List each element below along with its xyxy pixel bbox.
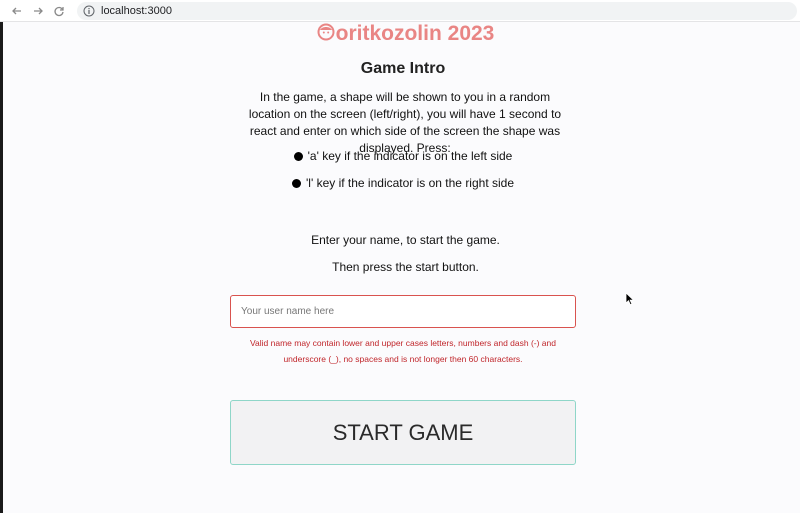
page-title: Game Intro (360, 60, 446, 77)
validation-message: Valid name may contain lower and upper c… (249, 338, 556, 364)
bullet-icon (291, 179, 301, 188)
mouse-cursor-icon (625, 292, 635, 306)
logo-text: oritkozolin 2023 (335, 22, 495, 45)
key-instruction-text: 'l' key if the indicator is on the right… (305, 176, 515, 190)
face-icon (317, 23, 335, 41)
reload-icon (54, 6, 64, 16)
game-page: oritkozolin 2023 Game Intro In the game,… (3, 22, 800, 513)
start-prompt: Then press the start button. (332, 260, 479, 274)
brand-logo: oritkozolin 2023 (3, 22, 800, 46)
key-instruction-right: 'l' key if the indicator is on the right… (3, 176, 800, 190)
key-instruction-left: 'a' key if the indicator is on the left … (3, 149, 800, 163)
arrow-left-icon (12, 7, 21, 14)
bullet-icon (293, 152, 303, 161)
url-text: localhost:3000 (101, 4, 172, 17)
intro-text: In the game, a shape will be shown to yo… (248, 90, 562, 155)
forward-button[interactable] (29, 2, 47, 20)
username-input[interactable] (230, 295, 576, 328)
start-game-button[interactable]: START GAME (230, 400, 576, 465)
arrow-right-icon (34, 7, 43, 14)
info-icon[interactable] (83, 5, 95, 17)
key-instruction-text: 'a' key if the indicator is on the left … (307, 149, 513, 163)
reload-button[interactable] (50, 2, 68, 20)
browser-toolbar: localhost:3000 (0, 0, 800, 22)
back-button[interactable] (8, 2, 26, 20)
name-prompt: Enter your name, to start the game. (311, 233, 500, 247)
address-bar[interactable]: localhost:3000 (77, 1, 797, 20)
